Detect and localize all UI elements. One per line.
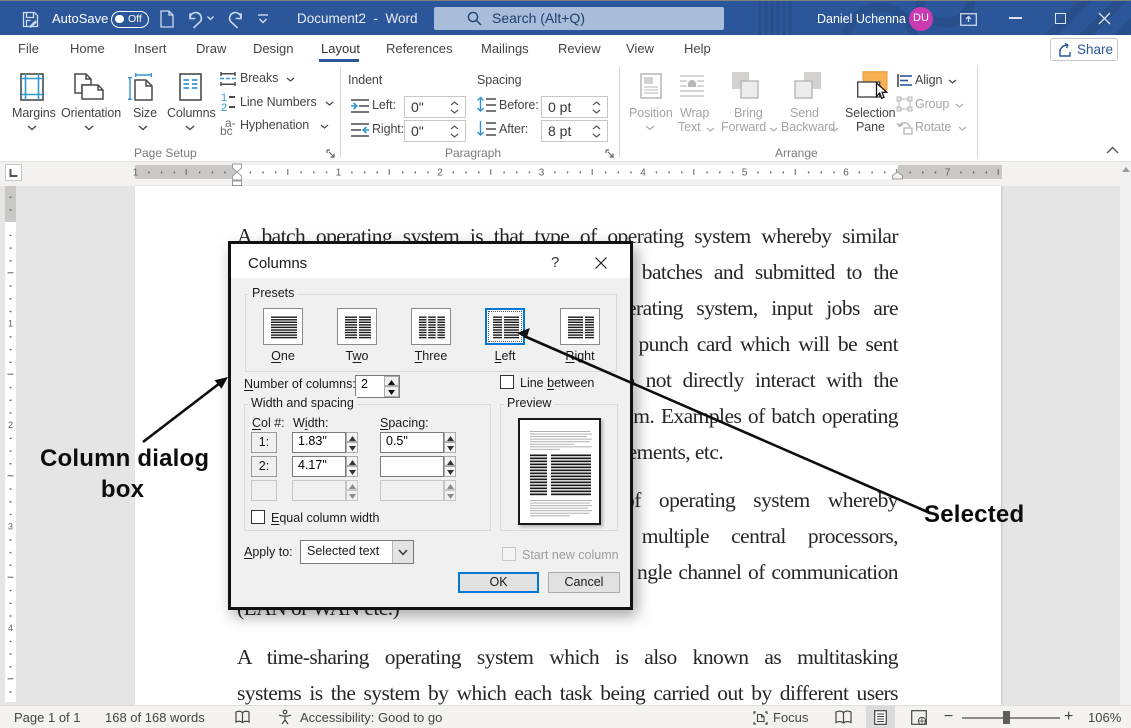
svg-text:4: 4	[640, 168, 646, 179]
svg-text:1: 1	[336, 168, 342, 179]
svg-text:3: 3	[8, 522, 13, 532]
svg-text:3: 3	[539, 168, 545, 179]
svg-text:4: 4	[8, 623, 13, 633]
svg-text:7: 7	[945, 168, 951, 179]
svg-text:1: 1	[8, 319, 13, 329]
svg-text:5: 5	[742, 168, 748, 179]
svg-text:6: 6	[843, 168, 849, 179]
svg-text:2: 2	[437, 168, 443, 179]
svg-text:2: 2	[8, 420, 13, 430]
svg-text:1: 1	[133, 168, 139, 179]
